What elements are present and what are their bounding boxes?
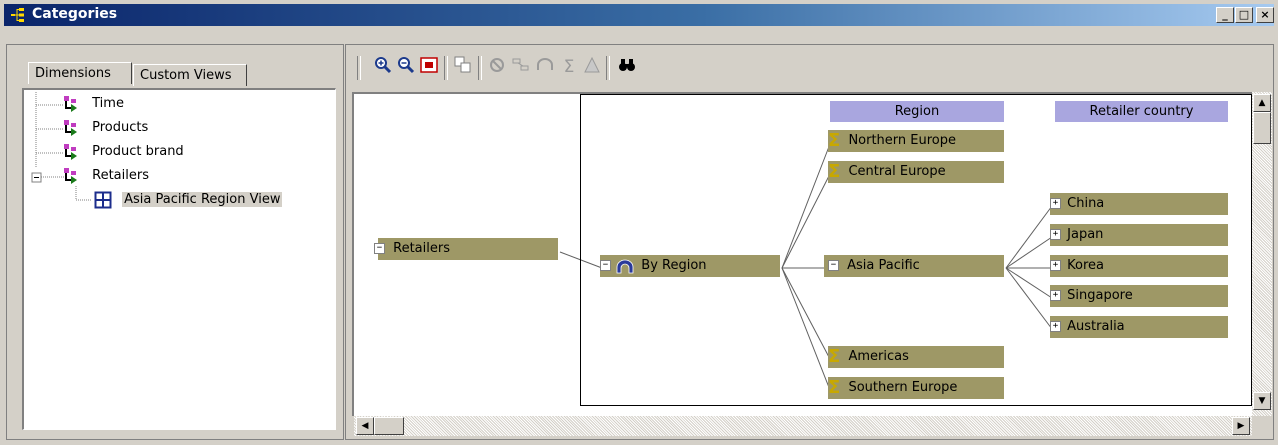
tree-item-label: Product brand bbox=[92, 144, 184, 159]
copy-icon[interactable] bbox=[452, 56, 474, 78]
tree-item-label: Products bbox=[92, 120, 149, 135]
level-header-region[interactable]: Region bbox=[830, 101, 1004, 122]
alternate-drill-icon[interactable] bbox=[534, 56, 556, 78]
node-label: Japan bbox=[1067, 227, 1104, 242]
window-title: Categories bbox=[32, 6, 118, 22]
toolbar-grip bbox=[357, 56, 361, 80]
node-label: Australia bbox=[1067, 319, 1125, 334]
horizontal-scroll-thumb[interactable] bbox=[374, 417, 404, 435]
node-singapore[interactable]: + Singapore bbox=[1050, 285, 1228, 307]
node-china[interactable]: + China bbox=[1050, 193, 1228, 215]
minimize-button[interactable]: _ bbox=[1216, 7, 1234, 23]
node-label: China bbox=[1067, 196, 1105, 211]
drill-down-arch-icon bbox=[616, 259, 634, 273]
node-retailers[interactable]: − Retailers bbox=[374, 238, 558, 260]
scroll-up-icon[interactable]: ▲ bbox=[1253, 94, 1271, 112]
tab-dimensions[interactable]: Dimensions bbox=[28, 62, 132, 84]
summary-sigma-icon: Σ bbox=[828, 345, 841, 367]
node-japan[interactable]: + Japan bbox=[1050, 224, 1228, 246]
tree-item-label: Time bbox=[92, 96, 124, 111]
toolbar-separator bbox=[444, 56, 448, 80]
dimension-icon bbox=[64, 95, 77, 112]
tree-item-asia-pacific-region-view[interactable]: Asia Pacific Region View bbox=[94, 190, 283, 210]
summary-sigma-icon: Σ bbox=[828, 376, 841, 398]
title-bar: Categories _ □ × bbox=[4, 4, 1274, 26]
node-label: Southern Europe bbox=[848, 380, 958, 395]
expand-icon[interactable]: + bbox=[1050, 198, 1061, 209]
node-label: Central Europe bbox=[848, 164, 946, 179]
close-button[interactable]: × bbox=[1256, 7, 1274, 23]
tree-item-label: Retailers bbox=[92, 168, 149, 183]
node-label: By Region bbox=[641, 258, 707, 273]
tree-item-time[interactable]: Time bbox=[62, 94, 126, 114]
dimension-icon bbox=[64, 143, 77, 160]
dimension-icon bbox=[64, 167, 77, 184]
dimension-icon bbox=[64, 119, 77, 136]
suppress-icon[interactable] bbox=[510, 56, 532, 78]
node-label: Asia Pacific bbox=[847, 258, 920, 273]
summary-icon[interactable]: Σ bbox=[558, 56, 580, 78]
vertical-scrollbar[interactable]: ▲ ▼ bbox=[1252, 92, 1272, 416]
fit-to-window-icon[interactable] bbox=[418, 56, 440, 78]
expand-icon[interactable]: + bbox=[1050, 321, 1061, 332]
tree-item-products[interactable]: Products bbox=[62, 118, 150, 138]
level-header-retailer-country[interactable]: Retailer country bbox=[1055, 101, 1228, 122]
node-australia[interactable]: + Australia bbox=[1050, 316, 1228, 338]
expand-icon[interactable]: + bbox=[1050, 229, 1061, 240]
zoom-out-icon[interactable] bbox=[395, 56, 417, 78]
tab-dimensions-label: Dimensions bbox=[35, 66, 111, 81]
collapse-icon[interactable]: − bbox=[374, 243, 385, 254]
node-korea[interactable]: + Korea bbox=[1050, 255, 1228, 277]
summary-sigma-icon: Σ bbox=[828, 160, 841, 182]
node-by-region[interactable]: − By Region bbox=[600, 255, 780, 277]
node-americas[interactable]: Σ Americas bbox=[828, 346, 1004, 368]
node-label: Korea bbox=[1067, 258, 1104, 273]
special-category-icon[interactable] bbox=[581, 56, 603, 78]
collapse-icon[interactable]: − bbox=[828, 260, 839, 271]
summary-sigma-icon: Σ bbox=[828, 129, 841, 151]
custom-view-grid-icon bbox=[94, 191, 112, 208]
dimension-tree[interactable]: Time Products Product brand Retailers As… bbox=[22, 88, 336, 430]
maximize-button[interactable]: □ bbox=[1235, 7, 1253, 23]
find-icon[interactable] bbox=[616, 56, 638, 78]
expand-icon[interactable]: + bbox=[1050, 290, 1061, 301]
tab-custom-views-label: Custom Views bbox=[140, 68, 232, 83]
node-northern-europe[interactable]: Σ Northern Europe bbox=[828, 130, 1004, 152]
vertical-scroll-thumb[interactable] bbox=[1253, 112, 1271, 144]
categories-app-icon bbox=[11, 8, 24, 22]
node-label: Americas bbox=[848, 349, 909, 364]
toolbar-separator bbox=[606, 56, 610, 80]
node-central-europe[interactable]: Σ Central Europe bbox=[828, 161, 1004, 183]
tree-item-retailers[interactable]: Retailers bbox=[62, 166, 151, 186]
tree-item-label: Asia Pacific Region View bbox=[122, 192, 283, 207]
tab-custom-views[interactable]: Custom Views bbox=[133, 64, 247, 86]
tree-item-product-brand[interactable]: Product brand bbox=[62, 142, 186, 162]
scroll-right-icon[interactable]: ▶ bbox=[1232, 417, 1250, 435]
collapse-icon[interactable]: − bbox=[600, 260, 611, 271]
toolbar-separator bbox=[478, 56, 482, 80]
scroll-down-icon[interactable]: ▼ bbox=[1253, 392, 1271, 410]
node-label: Retailers bbox=[393, 241, 450, 256]
exclude-icon[interactable] bbox=[486, 56, 508, 78]
zoom-in-icon[interactable] bbox=[372, 56, 394, 78]
node-asia-pacific[interactable]: − Asia Pacific bbox=[824, 255, 1004, 277]
expand-icon[interactable]: + bbox=[1050, 260, 1061, 271]
horizontal-scrollbar[interactable]: ◀ ▶ bbox=[354, 416, 1252, 436]
scroll-left-icon[interactable]: ◀ bbox=[356, 417, 374, 435]
node-southern-europe[interactable]: Σ Southern Europe bbox=[828, 377, 1004, 399]
node-label: Singapore bbox=[1067, 288, 1133, 303]
node-label: Northern Europe bbox=[848, 133, 956, 148]
